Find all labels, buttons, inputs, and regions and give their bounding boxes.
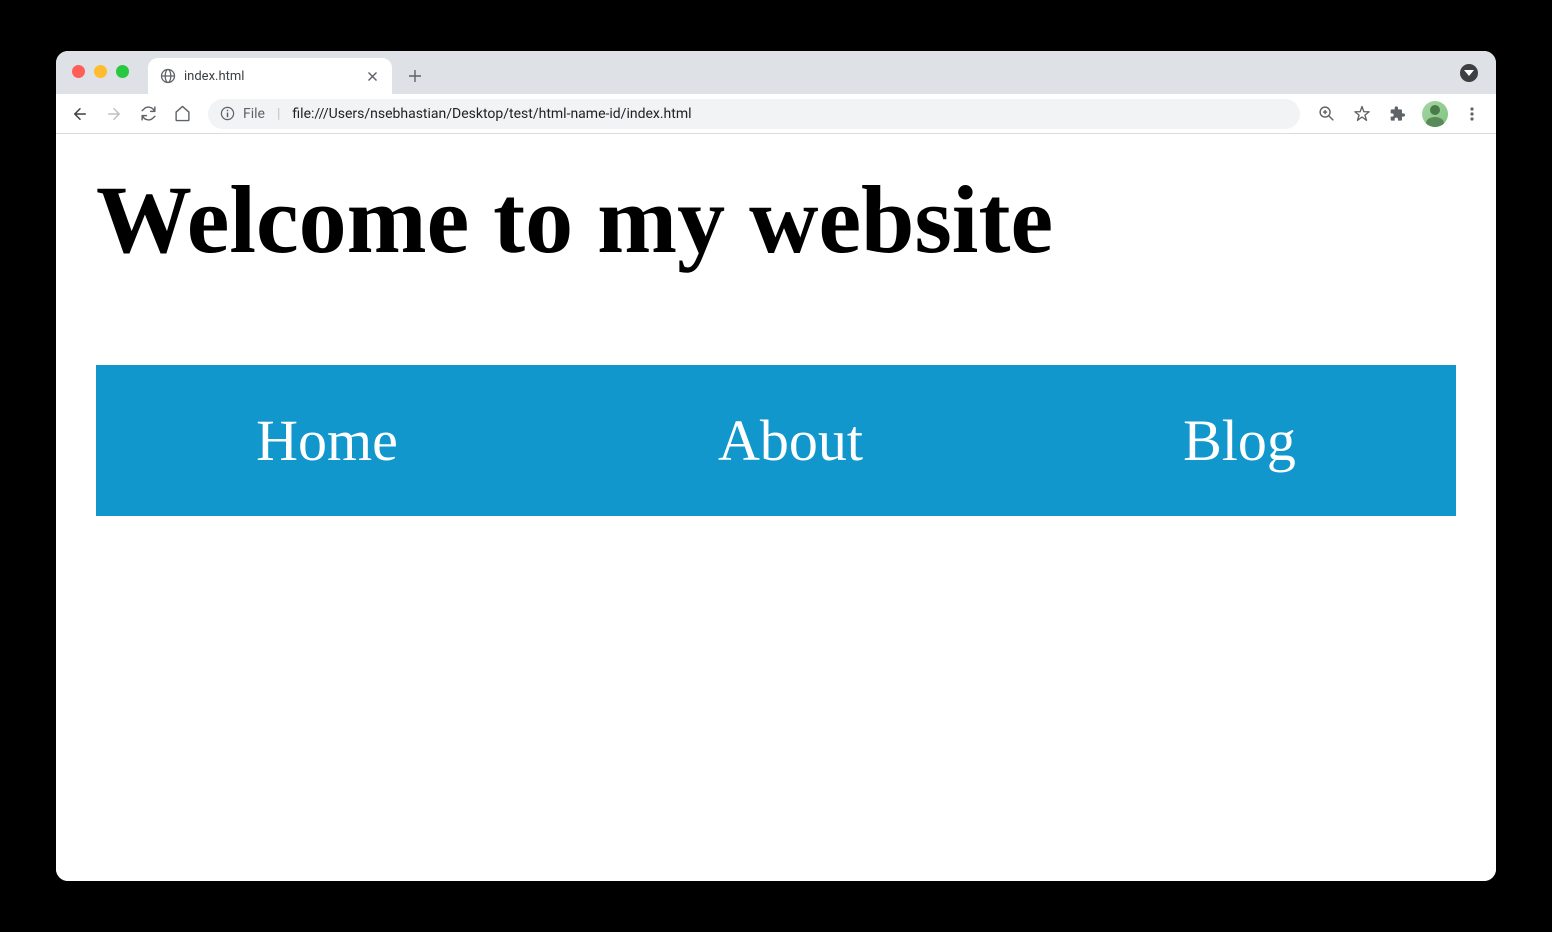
minimize-window-button[interactable]	[94, 65, 107, 78]
window-controls	[72, 65, 129, 78]
bookmark-star-icon[interactable]	[1346, 98, 1378, 130]
nav-link-home[interactable]: Home	[256, 407, 398, 474]
back-button[interactable]	[64, 98, 96, 130]
toolbar-right	[1310, 98, 1488, 130]
forward-button[interactable]	[98, 98, 130, 130]
nav-link-blog[interactable]: Blog	[1183, 407, 1296, 474]
tab-title: index.html	[184, 69, 356, 84]
profile-avatar[interactable]	[1422, 101, 1448, 127]
zoom-icon[interactable]	[1310, 98, 1342, 130]
home-button[interactable]	[166, 98, 198, 130]
url-path: file:///Users/nsebhastian/Desktop/test/h…	[292, 106, 691, 122]
maximize-window-button[interactable]	[116, 65, 129, 78]
reload-button[interactable]	[132, 98, 164, 130]
nav-bar: Home About Blog	[96, 365, 1456, 516]
page-heading: Welcome to my website	[96, 164, 1456, 275]
url-scheme: File	[243, 106, 265, 122]
globe-icon	[160, 68, 176, 84]
browser-tab[interactable]: index.html	[148, 58, 392, 94]
browser-toolbar: File | file:///Users/nsebhastian/Desktop…	[56, 94, 1496, 134]
close-window-button[interactable]	[72, 65, 85, 78]
menu-icon[interactable]	[1456, 98, 1488, 130]
new-tab-button[interactable]	[400, 61, 430, 91]
url-separator: |	[277, 106, 280, 122]
tabs-area: index.html	[148, 51, 430, 94]
title-bar: index.html	[56, 51, 1496, 94]
nav-link-about[interactable]: About	[718, 407, 863, 474]
extensions-icon[interactable]	[1382, 98, 1414, 130]
page-content: Welcome to my website Home About Blog	[56, 134, 1496, 881]
address-bar[interactable]: File | file:///Users/nsebhastian/Desktop…	[208, 99, 1300, 129]
profile-indicator-icon[interactable]	[1460, 64, 1478, 82]
close-tab-button[interactable]	[364, 68, 380, 84]
info-icon[interactable]	[220, 106, 235, 121]
browser-window: index.html	[56, 51, 1496, 881]
